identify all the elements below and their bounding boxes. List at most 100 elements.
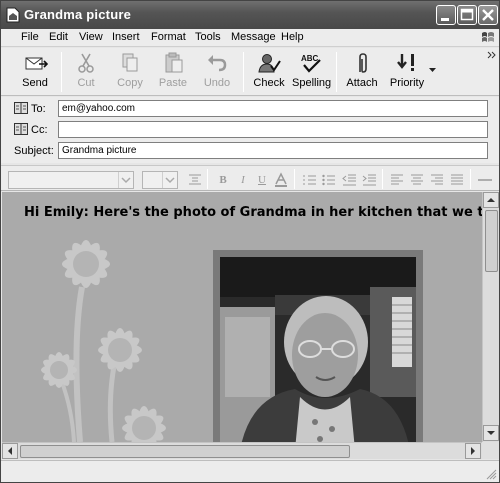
align-left-button[interactable] <box>389 172 405 188</box>
minimize-icon <box>441 18 449 21</box>
priority-button[interactable]: Priority <box>386 50 428 94</box>
send-icon <box>25 57 48 70</box>
check-names-button[interactable]: Check <box>250 50 288 94</box>
priority-label: Priority <box>389 77 425 89</box>
subject-field[interactable]: Grandma picture <box>58 142 488 159</box>
paste-icon <box>165 52 183 73</box>
status-bar <box>1 460 499 482</box>
undo-button[interactable]: Undo <box>198 50 236 94</box>
decrease-indent-button[interactable] <box>341 172 357 188</box>
bullet-list-button[interactable] <box>321 172 337 188</box>
window-title: Grandma picture <box>24 7 132 22</box>
copy-icon <box>122 53 138 72</box>
photo-image <box>220 257 416 442</box>
address-book-icon[interactable] <box>14 102 28 114</box>
toolbar-separator <box>382 169 383 189</box>
maximize-icon <box>460 8 474 21</box>
horizontal-scrollbar[interactable] <box>2 442 482 459</box>
grandma-photo[interactable] <box>220 257 416 442</box>
chevron-up-icon <box>487 198 495 202</box>
photo-frame <box>213 250 423 442</box>
copy-button[interactable]: Copy <box>111 50 149 94</box>
menu-bar: File Edit View Insert Format Tools Messa… <box>1 29 499 47</box>
vertical-scroll-thumb[interactable] <box>485 210 498 272</box>
message-body[interactable]: Hi Emily: Here's the photo of Grandma in… <box>2 192 482 442</box>
scroll-left-button[interactable] <box>2 443 18 459</box>
decrease-indent-icon <box>342 174 356 186</box>
title-bar[interactable]: Grandma picture <box>1 1 499 29</box>
align-center-icon <box>411 174 423 185</box>
underline-button[interactable]: U <box>254 172 270 188</box>
close-button[interactable] <box>478 5 498 25</box>
justify-button[interactable] <box>449 172 465 188</box>
undo-icon <box>208 55 227 72</box>
menu-format[interactable]: Format <box>151 31 186 43</box>
subject-label: Subject: <box>14 145 54 157</box>
message-header: To: em@yahoo.com Cc: Subject: Grandma pi… <box>1 97 499 163</box>
scroll-down-button[interactable] <box>483 425 499 441</box>
scrollbar-corner <box>482 442 499 459</box>
undo-label: Undo <box>203 77 231 89</box>
maximize-button[interactable] <box>457 5 477 25</box>
horizontal-scroll-thumb[interactable] <box>20 445 350 458</box>
to-field[interactable]: em@yahoo.com <box>58 100 488 117</box>
formatting-toolbar: B I U <box>1 165 499 191</box>
menu-insert[interactable]: Insert <box>112 31 140 43</box>
address-book-icon[interactable] <box>14 123 28 135</box>
scroll-right-button[interactable] <box>465 443 481 459</box>
align-center-button[interactable] <box>409 172 425 188</box>
paste-label: Paste <box>158 77 188 89</box>
numbered-list-icon <box>303 175 316 185</box>
toolbar-separator <box>243 52 244 92</box>
chevron-down-icon[interactable] <box>429 68 437 74</box>
numbered-list-button[interactable] <box>302 172 318 188</box>
cut-icon <box>78 53 94 73</box>
menu-file[interactable]: File <box>21 31 39 43</box>
bold-button[interactable]: B <box>215 172 231 188</box>
to-label: To: <box>31 103 46 115</box>
cut-label: Cut <box>77 77 95 89</box>
menu-edit[interactable]: Edit <box>49 31 68 43</box>
bullet-list-icon <box>322 174 335 186</box>
increase-indent-button[interactable] <box>361 172 377 188</box>
font-name-select[interactable] <box>8 171 134 189</box>
justify-icon <box>451 174 463 185</box>
toolbar-separator <box>294 169 295 189</box>
paragraph-style-icon <box>189 174 201 185</box>
toolbar-separator <box>336 52 337 92</box>
menu-view[interactable]: View <box>79 31 103 43</box>
font-size-select[interactable] <box>142 171 178 189</box>
toolbar-overflow-icon[interactable] <box>487 51 497 61</box>
cc-field[interactable] <box>58 121 488 138</box>
svg-text:ABC: ABC <box>301 54 319 63</box>
align-right-button[interactable] <box>429 172 445 188</box>
greeting-text: Hi Emily: Here's the photo of Grandma in… <box>24 205 482 220</box>
align-left-icon <box>391 174 403 185</box>
attach-button[interactable]: Attach <box>343 50 381 94</box>
paragraph-style-button[interactable] <box>187 172 203 188</box>
send-button[interactable]: Send <box>15 50 55 94</box>
minimize-button[interactable] <box>436 5 456 25</box>
scroll-up-button[interactable] <box>483 192 499 208</box>
menu-message[interactable]: Message <box>231 31 276 43</box>
chevron-down-icon <box>487 431 495 435</box>
horizontal-line-icon <box>478 179 492 181</box>
spelling-button[interactable]: ABC Spelling <box>292 50 331 94</box>
font-color-button[interactable] <box>273 172 289 188</box>
chevron-down-icon <box>121 177 131 184</box>
resize-grip-icon[interactable] <box>485 468 497 480</box>
align-right-icon <box>431 174 443 185</box>
menu-tools[interactable]: Tools <box>195 31 221 43</box>
vertical-scrollbar[interactable] <box>482 192 499 442</box>
horizontal-line-button[interactable] <box>477 172 493 188</box>
cut-button[interactable]: Cut <box>67 50 105 94</box>
menu-help[interactable]: Help <box>281 31 304 43</box>
paste-button[interactable]: Paste <box>154 50 192 94</box>
send-label: Send <box>22 77 48 89</box>
app-icon <box>6 7 20 23</box>
cc-label: Cc: <box>31 124 48 136</box>
windows-flag-icon <box>482 32 494 42</box>
chevron-left-icon <box>8 447 12 455</box>
attach-icon <box>359 53 367 73</box>
italic-button[interactable]: I <box>235 172 251 188</box>
